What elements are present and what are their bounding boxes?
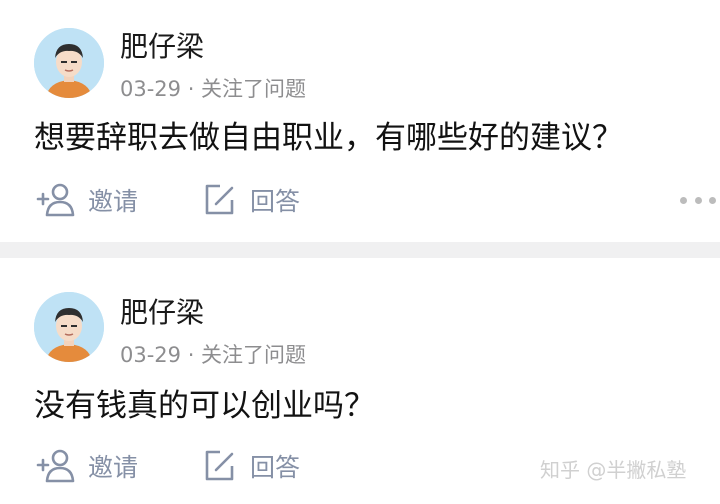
invite-label: 邀请 [88,187,139,216]
answer-button[interactable]: 回答 [202,180,300,220]
author-name[interactable]: 肥仔梁 [120,30,204,64]
more-dot [694,196,702,204]
feed-card: 肥仔梁 03-29 · 关注了问题 没有钱真的可以创业吗？ 邀请 回答 知乎 @… [0,258,720,504]
feed-divider [0,242,720,258]
question-title[interactable]: 没有钱真的可以创业吗？ [34,386,375,426]
invite-label: 邀请 [88,453,139,482]
invite-button[interactable]: 邀请 [36,180,138,220]
question-title[interactable]: 想要辞职去做自由职业，有哪些好的建议？ [34,118,623,158]
feed-card: 肥仔梁 03-29 · 关注了问题 想要辞职去做自由职业，有哪些好的建议？ 邀请… [0,0,720,242]
answer-button[interactable]: 回答 [202,446,300,486]
avatar-illustration [34,292,104,362]
add-user-icon [36,448,76,484]
avatar[interactable] [34,292,104,362]
more-horizontal-icon[interactable] [680,190,716,210]
edit-answer-icon [202,448,238,484]
invite-button[interactable]: 邀请 [36,446,138,486]
add-user-icon [36,182,76,218]
answer-label: 回答 [250,187,301,216]
activity-feed: 肥仔梁 03-29 · 关注了问题 想要辞职去做自由职业，有哪些好的建议？ 邀请… [0,0,720,504]
activity-meta: 03-29 · 关注了问题 [120,343,307,367]
more-dot [680,196,687,204]
answer-label: 回答 [250,453,301,482]
watermark: 知乎 @半撇私塾 [540,458,687,482]
activity-meta: 03-29 · 关注了问题 [120,77,307,101]
avatar[interactable] [34,28,104,98]
avatar-illustration [34,28,104,98]
author-name[interactable]: 肥仔梁 [120,296,204,330]
more-dot [709,196,716,204]
edit-answer-icon [202,182,238,218]
